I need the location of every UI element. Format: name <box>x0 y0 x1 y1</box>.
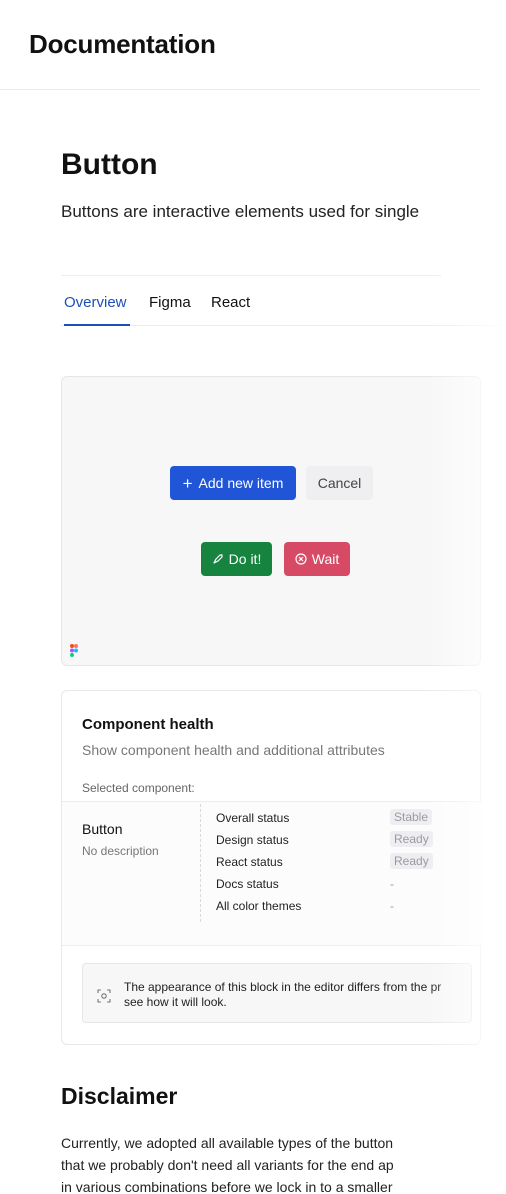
active-tab-indicator <box>64 324 130 326</box>
wait-label: Wait <box>311 551 340 567</box>
preview-icon <box>96 988 112 1004</box>
attr-label: React status <box>216 855 283 869</box>
tab-figma[interactable]: Figma <box>149 294 191 311</box>
tab-overview[interactable]: Overview <box>64 294 127 311</box>
page-subtitle: Buttons are interactive elements used fo… <box>61 202 420 221</box>
editor-notice: The appearance of this block in the edit… <box>82 963 472 1023</box>
attr-label: Design status <box>216 833 289 847</box>
do-it-label: Do it! <box>228 551 262 567</box>
cancel-label: Cancel <box>317 475 362 491</box>
attr-label: Docs status <box>216 877 279 891</box>
selected-component-label: Selected component: <box>82 781 195 795</box>
divider <box>200 804 201 922</box>
attr-label: Overall status <box>216 811 290 825</box>
health-title: Component health <box>82 716 214 733</box>
add-new-item-button[interactable]: + Add new item <box>170 466 296 500</box>
notice-text: The appearance of this block in the edit… <box>124 980 442 1009</box>
status-badge: Ready <box>390 831 433 847</box>
status-badge: Ready <box>390 853 433 869</box>
tab-react[interactable]: React <box>211 294 250 311</box>
figma-icon[interactable] <box>70 644 78 657</box>
attr-value: - <box>390 899 394 913</box>
main-content: Button Buttons are interactive elements … <box>61 90 506 1194</box>
app-title: Documentation <box>29 29 216 59</box>
disclaimer-title: Disclaimer <box>61 1083 178 1109</box>
add-new-item-label: Add new item <box>198 475 284 491</box>
component-description: No description <box>82 844 159 858</box>
top-bar: Documentation <box>0 0 480 90</box>
do-it-button[interactable]: Do it! <box>201 542 272 576</box>
cancel-button[interactable]: Cancel <box>306 466 373 500</box>
tab-bar: Overview Figma React <box>61 286 506 326</box>
disclaimer-text: Currently, we adopted all available type… <box>61 1135 394 1194</box>
health-subtitle: Show component health and additional att… <box>82 742 385 758</box>
page-title: Button <box>61 148 158 181</box>
attr-label: All color themes <box>216 899 302 913</box>
wait-button[interactable]: Wait <box>284 542 350 576</box>
divider <box>61 275 441 276</box>
cancel-circle-icon <box>295 553 307 565</box>
component-name: Button <box>82 821 123 837</box>
rocket-icon <box>212 553 224 565</box>
selected-component-row[interactable]: Button No description Overall status Sta… <box>62 801 482 946</box>
component-health-card: Component health Show component health a… <box>61 690 482 1045</box>
status-badge: Stable <box>390 809 433 825</box>
attr-value: - <box>390 877 394 891</box>
plus-icon: + <box>182 473 193 493</box>
component-preview: + Add new item Cancel Do it! Wait <box>61 376 481 666</box>
